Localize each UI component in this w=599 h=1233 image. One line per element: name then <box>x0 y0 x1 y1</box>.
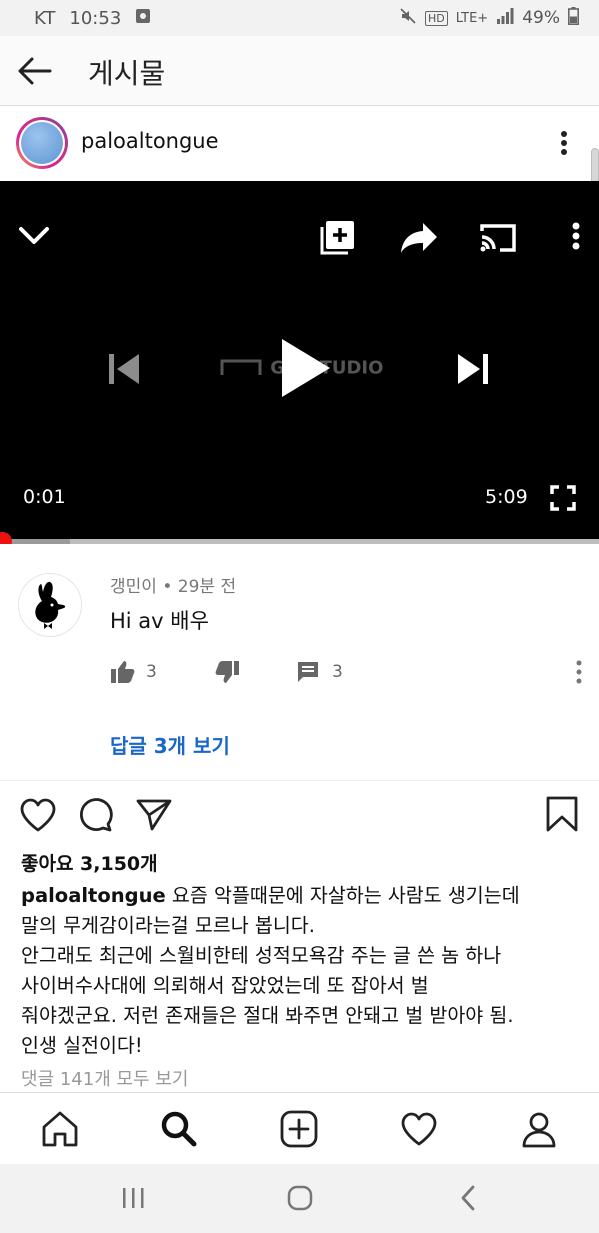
video-player[interactable]: GO STUDIO 0:01 5:09 <box>0 181 599 539</box>
caption-line: 요즘 악플때문에 자살하는 사람도 생기는데 <box>165 884 520 907</box>
comment-author[interactable]: 갱민이 <box>110 577 157 597</box>
post-caption: paloaltongue 요즘 악플때문에 자살하는 사람도 생기는데 말의 무… <box>21 881 581 1061</box>
comment-more-icon[interactable] <box>570 658 588 686</box>
caption-line: 안그래도 최근에 스월비한테 성적모욕감 주는 글 쓴 놈 하나 <box>21 944 502 967</box>
view-replies-link[interactable]: 답글 3개 보기 <box>110 730 230 759</box>
comment-meta: 갱민이 • 29분 전 <box>110 577 237 597</box>
comment-text: Hi av 배우 <box>110 609 209 633</box>
profile-icon[interactable] <box>519 1109 559 1149</box>
reply-count: 3 <box>332 662 343 682</box>
recent-apps-icon[interactable] <box>120 1184 146 1216</box>
more-options-icon[interactable] <box>554 129 574 159</box>
likes-count[interactable]: 좋아요 3,150개 <box>21 849 158 876</box>
caption-line: 말의 무게감이라는걸 모르나 봅니다. <box>21 914 315 937</box>
post-body: 좋아요 3,150개 paloaltongue 요즘 악플때문에 자살하는 사람… <box>0 780 599 1092</box>
bookmark-icon[interactable] <box>545 795 579 837</box>
app-header: 게시물 <box>0 36 599 106</box>
network-label: LTE+ <box>455 10 489 26</box>
collapse-chevron-icon[interactable] <box>17 223 51 251</box>
caption-username[interactable]: paloaltongue <box>21 884 166 907</box>
previous-track-icon[interactable] <box>107 351 141 391</box>
next-track-icon[interactable] <box>456 351 490 391</box>
video-more-icon[interactable] <box>566 221 586 257</box>
page-title: 게시물 <box>88 57 166 90</box>
like-button[interactable]: 3 <box>110 658 157 686</box>
comment-card: 갱민이 • 29분 전 Hi av 배우 3 3 답글 3개 보기 <box>0 544 599 780</box>
cast-icon[interactable] <box>478 223 518 257</box>
system-navigation-bar <box>0 1164 599 1233</box>
hd-badge: HD <box>424 10 448 26</box>
comment-time: 29분 전 <box>177 577 237 597</box>
search-icon[interactable] <box>159 1109 199 1149</box>
commenter-avatar[interactable] <box>18 573 82 637</box>
thumbs-down-icon <box>215 661 239 683</box>
view-all-comments-link[interactable]: 댓글 141개 모두 보기 <box>21 1065 188 1091</box>
play-icon[interactable] <box>278 337 332 403</box>
battery-icon <box>568 6 579 30</box>
new-post-icon[interactable] <box>279 1109 319 1149</box>
add-to-playlist-icon[interactable] <box>320 219 356 259</box>
current-time: 0:01 <box>23 486 66 508</box>
post-header: paloaltongue <box>0 107 599 181</box>
home-icon[interactable] <box>40 1109 80 1149</box>
like-count: 3 <box>146 662 157 682</box>
back-nav-icon[interactable] <box>456 1184 480 1216</box>
reply-button[interactable]: 3 <box>296 658 343 686</box>
share-icon[interactable] <box>399 221 439 259</box>
home-button-icon[interactable] <box>286 1184 314 1216</box>
battery-level: 49% <box>522 8 560 28</box>
thumbs-up-icon <box>111 661 135 683</box>
caption-line: 줘야겠군요. 저런 존재들은 절대 봐주면 안돼고 벌 받아야 됨. <box>21 1004 514 1027</box>
avatar[interactable] <box>16 117 68 169</box>
comment-bubble-icon[interactable] <box>78 797 114 837</box>
carrier-label: KT <box>34 7 56 29</box>
duration: 5:09 <box>485 486 528 508</box>
activity-heart-icon[interactable] <box>399 1109 439 1149</box>
caption-line: 사이버수사대에 의뢰해서 잡았었는데 또 잡아서 벌 <box>21 974 429 997</box>
post-username[interactable]: paloaltongue <box>81 129 219 153</box>
fullscreen-icon[interactable] <box>550 485 576 515</box>
mute-icon <box>399 7 417 30</box>
signal-icon <box>496 7 514 29</box>
dislike-button[interactable] <box>214 658 240 686</box>
heart-icon[interactable] <box>19 797 57 837</box>
notification-icon <box>135 8 151 29</box>
send-icon[interactable] <box>135 797 173 837</box>
back-button[interactable] <box>16 53 56 89</box>
caption-line: 인생 실전이다! <box>21 1034 143 1057</box>
status-bar: KT 10:53 HD LTE+ 49% <box>0 0 599 36</box>
bottom-tab-bar <box>0 1092 599 1164</box>
clock: 10:53 <box>69 7 122 29</box>
comment-icon <box>298 662 318 682</box>
